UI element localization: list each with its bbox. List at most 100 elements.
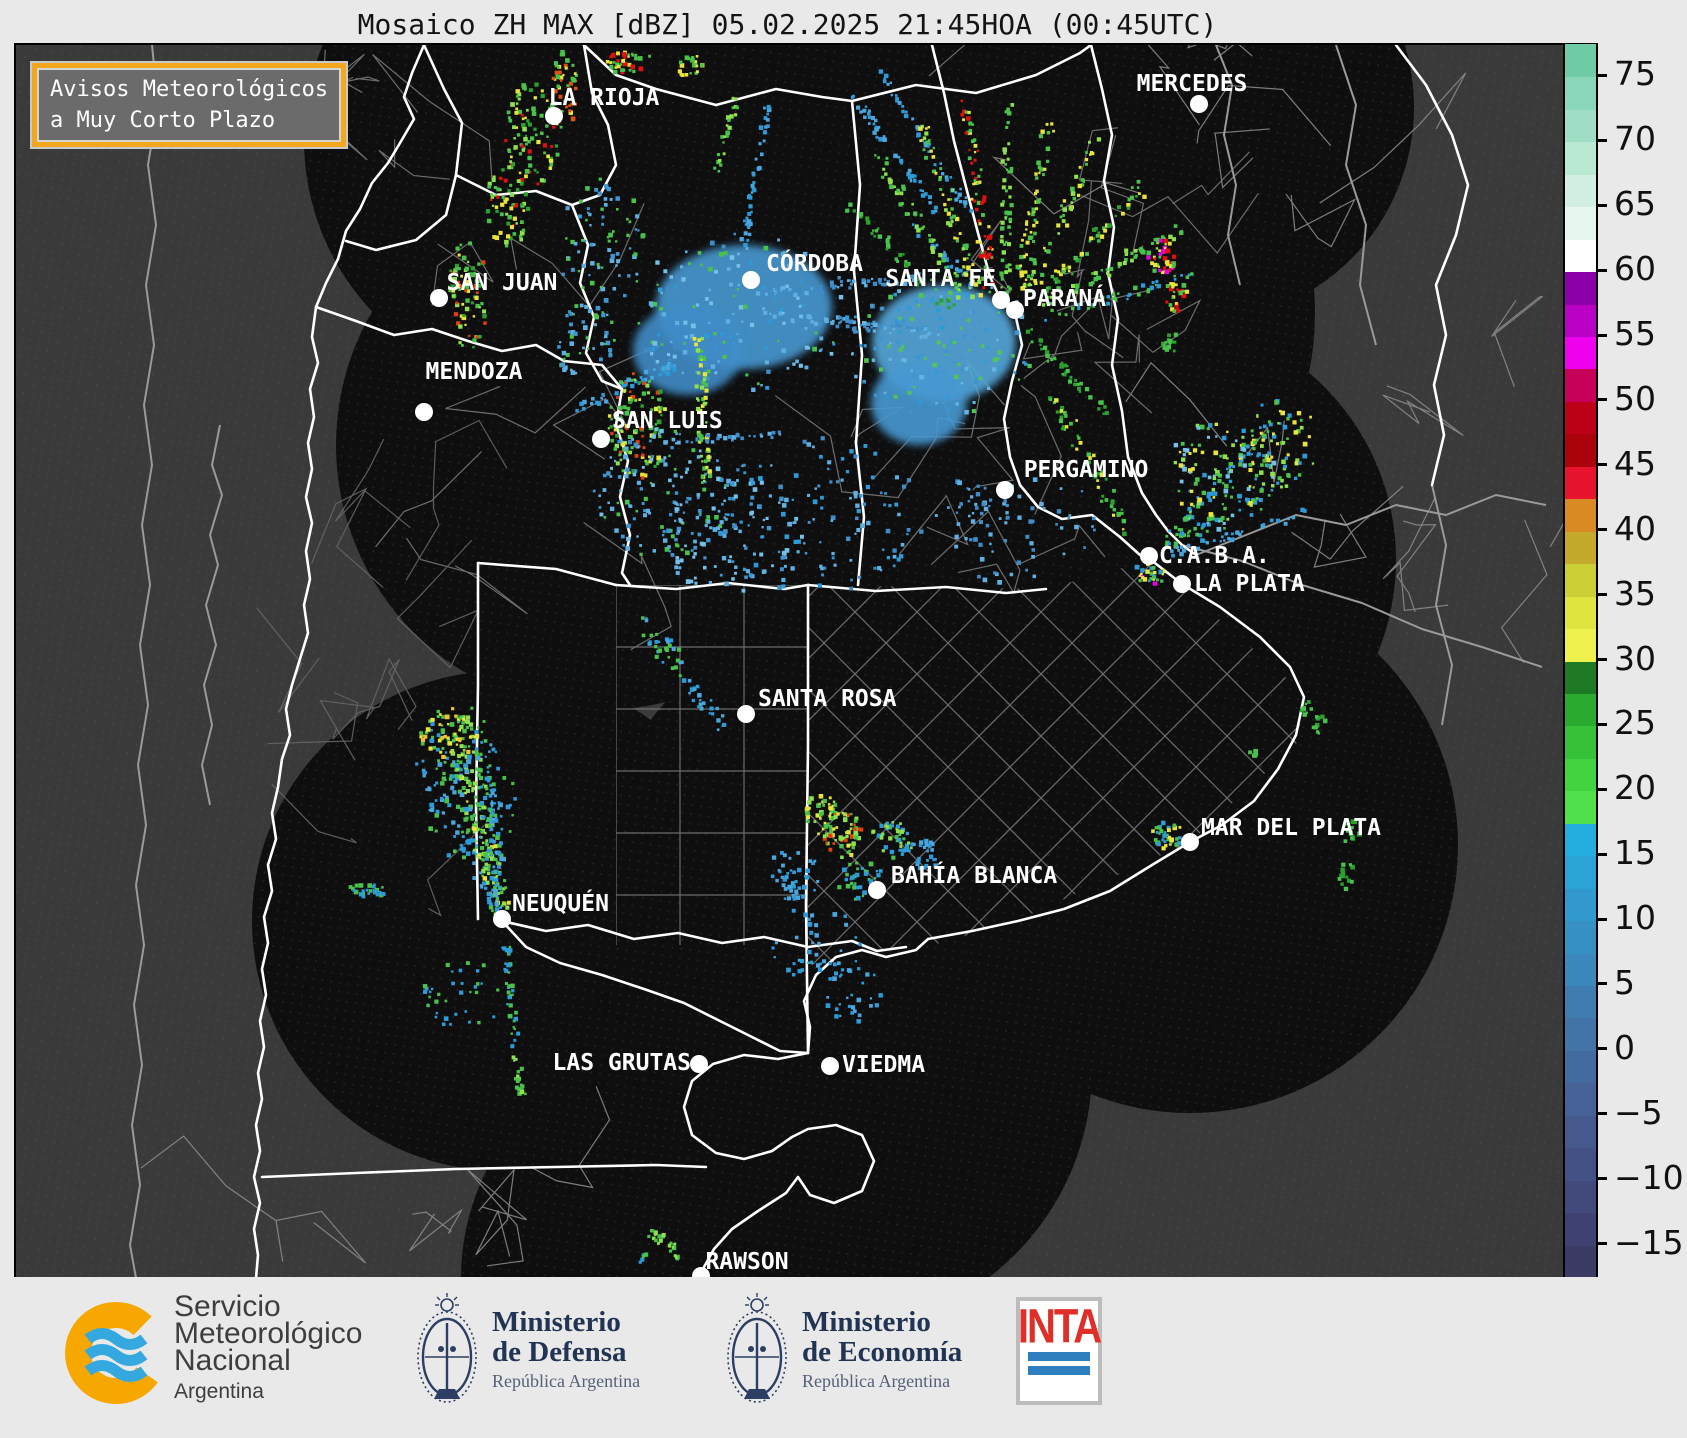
colorbar-segment — [1565, 563, 1596, 597]
colorbar-segment — [1565, 433, 1596, 467]
colorbar-tick — [1596, 463, 1607, 467]
colorbar-segment — [1565, 660, 1596, 694]
economia-line2: de Economía — [802, 1336, 963, 1368]
city-label: NEUQUÉN — [512, 889, 609, 917]
radar-map: LA RIOJA MERCEDES SAN JUAN CÓRDOBA SANTA FE P… — [14, 43, 1565, 1280]
colorbar-segment — [1565, 1179, 1596, 1214]
colorbar-segment — [1565, 693, 1596, 727]
defensa-line1: Ministerio — [492, 1306, 621, 1338]
colorbar-tick — [1596, 138, 1607, 142]
city-dot — [430, 289, 448, 307]
colorbar-tick — [1596, 722, 1607, 726]
colorbar-tick-label: 20 — [1614, 768, 1656, 808]
city-label: LA RIOJA — [549, 85, 660, 111]
colorbar-segment — [1565, 725, 1596, 759]
colorbar-segment — [1565, 174, 1596, 208]
colorbar-segment — [1565, 790, 1596, 824]
colorbar-tick — [1596, 1177, 1607, 1181]
city-dot — [737, 705, 755, 723]
colorbar-tick-label: 25 — [1614, 703, 1656, 743]
map-canvas: LA RIOJA MERCEDES SAN JUAN CÓRDOBA SANTA FE P… — [16, 45, 1563, 1278]
colorbar-segment — [1565, 239, 1596, 273]
colorbar-tick-label: 75 — [1614, 54, 1656, 94]
colorbar-segment — [1565, 141, 1596, 175]
smn-line3: Nacional — [174, 1344, 291, 1377]
defensa-sub: República Argentina — [492, 1371, 641, 1391]
city-label: PERGAMINO — [1024, 457, 1149, 483]
colorbar-tick-label: 35 — [1614, 573, 1656, 613]
colorbar-segment — [1565, 109, 1596, 143]
colorbar-segment — [1565, 76, 1596, 110]
colorbar-tick-label: −15 — [1614, 1222, 1684, 1262]
city-dot — [821, 1057, 839, 1075]
colorbar-segment — [1565, 336, 1596, 370]
colorbar-tick-label: 30 — [1614, 638, 1656, 678]
page-title: Mosaico ZH MAX [dBZ] 05.02.2025 21:45HOA… — [357, 8, 1218, 41]
colorbar-tick-label: 60 — [1614, 249, 1656, 289]
city-dot — [690, 1055, 708, 1073]
colorbar-tick-label: 10 — [1614, 898, 1656, 938]
colorbar-tick-label: −5 — [1614, 1092, 1663, 1132]
city-dot — [592, 430, 610, 448]
colorbar-tick-label: 65 — [1614, 184, 1656, 224]
colorbar-tick — [1596, 787, 1607, 791]
city-label: CÓRDOBA — [766, 249, 863, 277]
city-dot — [868, 881, 886, 899]
city-dot — [996, 481, 1014, 499]
colorbar-segment — [1565, 466, 1596, 500]
colorbar-segment — [1565, 952, 1596, 986]
smn-line2: Meteorológico — [174, 1317, 363, 1350]
city-dot — [1181, 833, 1199, 851]
colorbar-tick-label: 50 — [1614, 378, 1656, 418]
colorbar-segment — [1565, 823, 1596, 857]
city-label: SANTA FE — [885, 266, 996, 292]
colorbar-segment — [1565, 920, 1596, 954]
city-label: LA PLATA — [1194, 571, 1305, 597]
dot-texture — [16, 45, 1563, 1278]
coat-of-arms-icon — [417, 1293, 477, 1403]
colorbar-segment — [1565, 985, 1596, 1019]
city-label: RAWSON — [705, 1249, 788, 1275]
colorbar-tick — [1596, 982, 1607, 986]
colorbar-segment — [1565, 758, 1596, 792]
colorbar-segment — [1565, 1115, 1596, 1149]
colorbar-tick — [1596, 593, 1607, 597]
warning-badge: Avisos Meteorológicos a Muy Corto Plazo — [32, 63, 347, 147]
colorbar-tick — [1596, 333, 1607, 337]
colorbar-tick-label: 15 — [1614, 833, 1656, 873]
city-label: BAHÍA BLANCA — [891, 861, 1057, 889]
city-label: SANTA ROSA — [758, 686, 897, 712]
colorbar-segment — [1565, 1050, 1596, 1084]
colorbar-tick-label: 45 — [1614, 443, 1656, 483]
city-dot — [1173, 575, 1191, 593]
inta-bar-2 — [1028, 1366, 1090, 1375]
colorbar-tick — [1596, 203, 1607, 207]
inta-label: INTA — [1017, 1300, 1102, 1354]
city-label: SAN LUIS — [612, 408, 723, 434]
colorbar-tick — [1596, 268, 1607, 272]
economia-sub: República Argentina — [802, 1371, 951, 1391]
colorbar-tick — [1596, 528, 1607, 532]
colorbar — [1563, 43, 1598, 1280]
colorbar-tick — [1596, 1242, 1607, 1246]
inta-logo: INTA — [1016, 1297, 1102, 1405]
colorbar-segment — [1565, 271, 1596, 305]
city-label: MERCEDES — [1137, 71, 1248, 97]
city-label: LAS GRUTAS — [553, 1050, 691, 1076]
defensa-text: Ministerio de Defensa República Argentin… — [492, 1307, 640, 1392]
economia-line1: Ministerio — [802, 1306, 931, 1338]
city-label: MENDOZA — [426, 359, 523, 385]
city-label: C.A.B.A. — [1159, 543, 1270, 569]
radar-mosaic-figure: Mosaico ZH MAX [dBZ] 05.02.2025 21:45HOA… — [0, 0, 1687, 1438]
colorbar-segment — [1565, 1147, 1596, 1181]
colorbar-segment — [1565, 887, 1596, 922]
smn-line1: Servicio — [174, 1290, 281, 1323]
colorbar-tick — [1596, 398, 1607, 402]
coat-of-arms-icon — [727, 1293, 787, 1403]
colorbar-tick-label: 0 — [1614, 1027, 1635, 1067]
colorbar-tick-label: 40 — [1614, 508, 1656, 548]
colorbar-tick — [1596, 73, 1607, 77]
colorbar-segment — [1565, 1244, 1596, 1278]
city-dot — [742, 271, 760, 289]
city-dot — [1190, 95, 1208, 113]
